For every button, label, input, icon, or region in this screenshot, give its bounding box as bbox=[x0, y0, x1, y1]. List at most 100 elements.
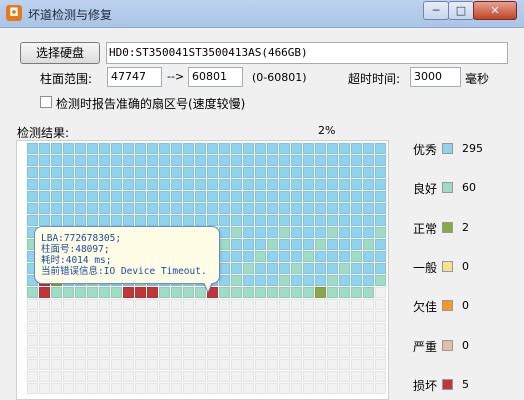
sector-cell bbox=[351, 311, 362, 322]
sector-cell bbox=[195, 203, 206, 214]
sector-cell bbox=[291, 263, 302, 274]
sector-cell bbox=[159, 347, 170, 358]
sector-cell bbox=[351, 215, 362, 226]
sector-cell bbox=[255, 191, 266, 202]
sector-cell bbox=[123, 179, 134, 190]
sector-cell bbox=[147, 299, 158, 310]
legend-count-normal: 2 bbox=[462, 221, 469, 234]
sector-cell bbox=[231, 179, 242, 190]
sector-cell bbox=[375, 203, 386, 214]
sector-cell bbox=[123, 155, 134, 166]
range-from-input[interactable]: 47747 bbox=[107, 67, 162, 87]
sector-cell bbox=[195, 215, 206, 226]
sector-cell bbox=[339, 215, 350, 226]
sector-cell bbox=[327, 359, 338, 370]
sector-cell bbox=[27, 203, 38, 214]
sector-cell bbox=[123, 203, 134, 214]
sector-cell bbox=[75, 287, 86, 298]
sector-cell bbox=[327, 383, 338, 394]
sector-cell bbox=[39, 323, 50, 334]
sector-cell bbox=[255, 359, 266, 370]
sector-cell bbox=[171, 179, 182, 190]
sector-cell bbox=[267, 215, 278, 226]
sector-cell bbox=[375, 359, 386, 370]
sector-cell bbox=[219, 263, 230, 274]
sector-cell bbox=[195, 299, 206, 310]
sector-cell bbox=[87, 203, 98, 214]
sector-cell bbox=[243, 371, 254, 382]
sector-cell bbox=[303, 239, 314, 250]
sector-cell bbox=[27, 215, 38, 226]
minimize-button[interactable]: ─ bbox=[423, 1, 449, 20]
sector-cell bbox=[255, 227, 266, 238]
sector-cell bbox=[207, 359, 218, 370]
sector-cell bbox=[375, 191, 386, 202]
sector-cell bbox=[195, 383, 206, 394]
sector-cell bbox=[267, 371, 278, 382]
sector-cell bbox=[51, 167, 62, 178]
report-sector-label: 检测时报告准确的扇区号(速度较慢) bbox=[56, 97, 246, 111]
sector-cell bbox=[339, 167, 350, 178]
sector-cell bbox=[123, 347, 134, 358]
title-bar[interactable]: ◘ 坏道检测与修复 ─ □ ✕ bbox=[0, 0, 524, 28]
sector-cell bbox=[267, 155, 278, 166]
sector-cell bbox=[279, 323, 290, 334]
sector-cell bbox=[255, 155, 266, 166]
sector-cell bbox=[375, 371, 386, 382]
report-sector-checkbox[interactable] bbox=[40, 96, 52, 108]
sector-cell bbox=[267, 323, 278, 334]
sector-cell bbox=[159, 143, 170, 154]
sector-cell bbox=[267, 143, 278, 154]
sector-cell bbox=[375, 167, 386, 178]
sector-cell bbox=[255, 323, 266, 334]
sector-cell bbox=[279, 383, 290, 394]
sector-cell bbox=[147, 155, 158, 166]
sector-cell bbox=[51, 311, 62, 322]
sector-cell bbox=[63, 323, 74, 334]
sector-cell bbox=[291, 227, 302, 238]
sector-cell bbox=[111, 323, 122, 334]
sector-cell bbox=[255, 311, 266, 322]
sector-cell bbox=[303, 179, 314, 190]
sector-cell bbox=[315, 227, 326, 238]
range-to-input[interactable]: 60801 bbox=[188, 67, 243, 87]
sector-cell bbox=[219, 227, 230, 238]
sector-cell bbox=[63, 215, 74, 226]
sector-cell bbox=[339, 251, 350, 262]
sector-cell bbox=[75, 203, 86, 214]
sector-cell bbox=[303, 347, 314, 358]
timeout-unit: 毫秒 bbox=[465, 72, 490, 86]
maximize-button[interactable]: □ bbox=[448, 1, 474, 20]
legend-label-poor: 欠佳 bbox=[413, 300, 438, 314]
sector-cell bbox=[231, 143, 242, 154]
sector-cell bbox=[135, 311, 146, 322]
sector-cell bbox=[303, 191, 314, 202]
sector-cell bbox=[339, 191, 350, 202]
sector-cell bbox=[27, 359, 38, 370]
sector-cell bbox=[351, 275, 362, 286]
timeout-input[interactable]: 3000 bbox=[410, 67, 461, 87]
legend-label-normal: 正常 bbox=[413, 222, 438, 236]
sector-cell bbox=[351, 335, 362, 346]
sector-cell bbox=[51, 323, 62, 334]
sector-cell bbox=[159, 287, 170, 298]
sector-cell bbox=[327, 311, 338, 322]
app-icon: ◘ bbox=[6, 5, 22, 21]
sector-cell bbox=[171, 311, 182, 322]
sector-cell bbox=[219, 299, 230, 310]
sector-cell bbox=[267, 311, 278, 322]
close-button[interactable]: ✕ bbox=[473, 1, 517, 20]
sector-cell bbox=[339, 335, 350, 346]
select-disk-button[interactable]: 选择硬盘 bbox=[20, 42, 100, 64]
sector-cell bbox=[51, 203, 62, 214]
sector-cell bbox=[183, 299, 194, 310]
sector-cell bbox=[219, 311, 230, 322]
sector-cell bbox=[303, 227, 314, 238]
sector-cell bbox=[27, 179, 38, 190]
sector-cell bbox=[267, 335, 278, 346]
sector-cell bbox=[75, 347, 86, 358]
sector-cell bbox=[279, 251, 290, 262]
sector-cell bbox=[51, 335, 62, 346]
sector-cell bbox=[171, 191, 182, 202]
sector-cell bbox=[147, 335, 158, 346]
